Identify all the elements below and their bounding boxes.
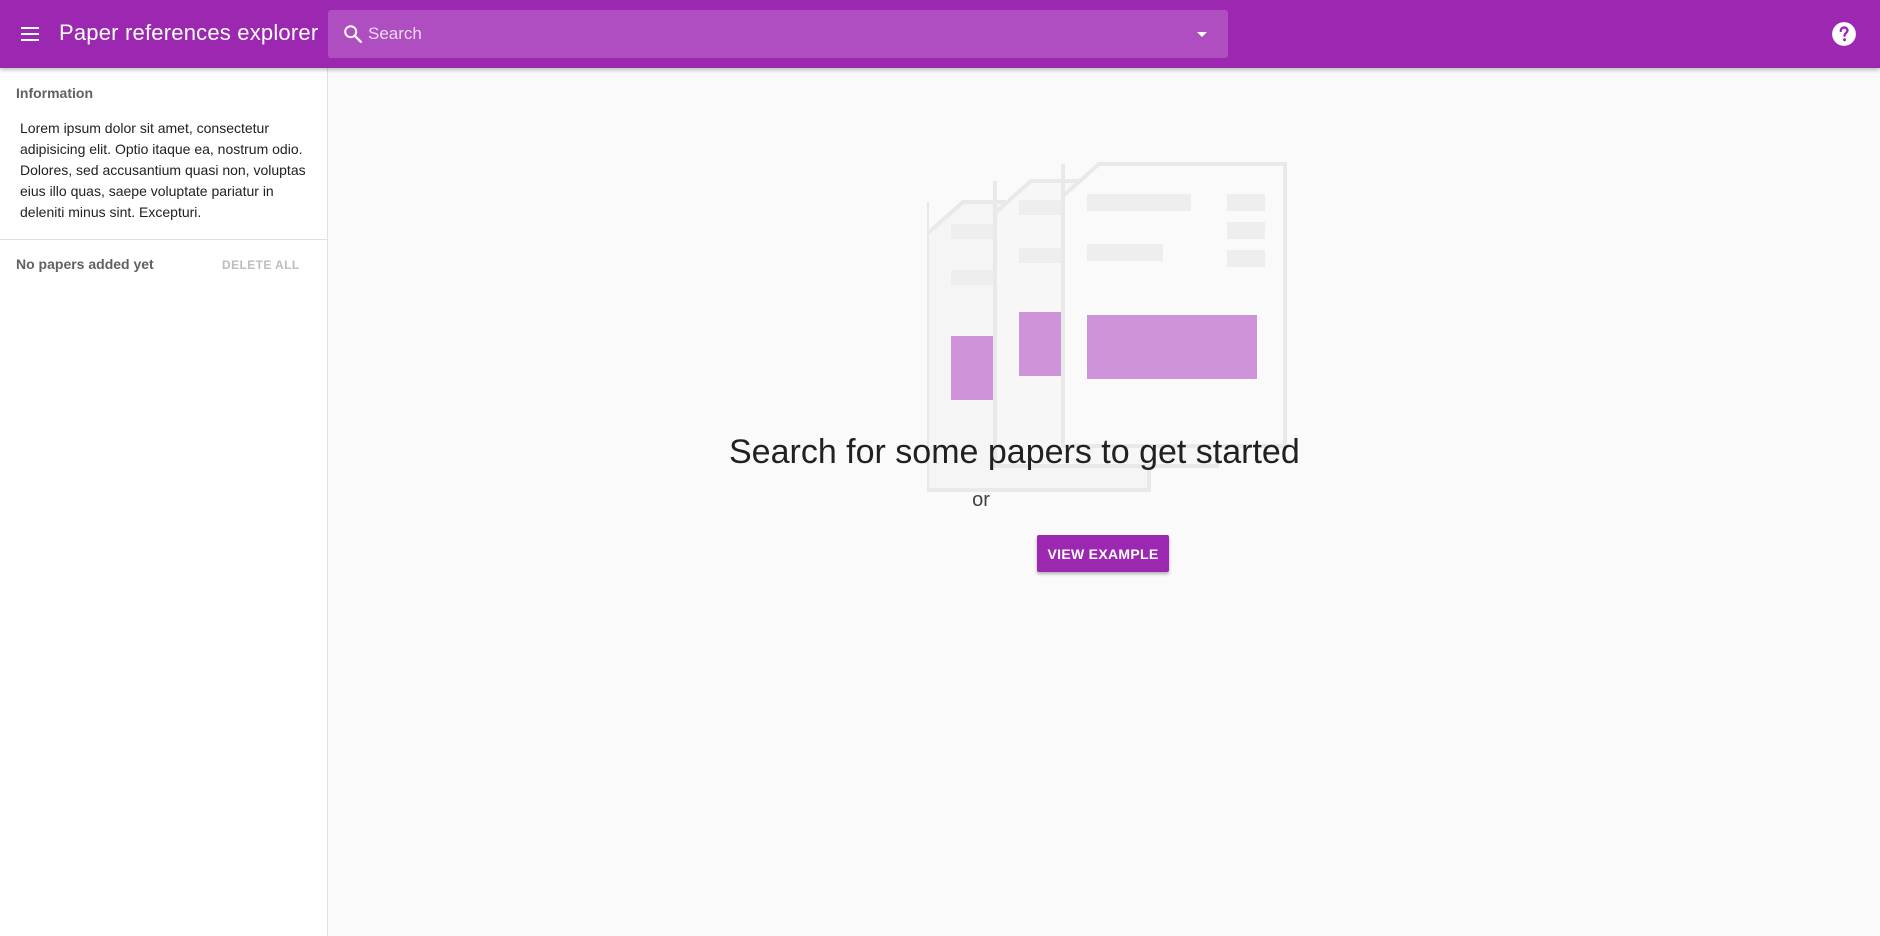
- main-content: Search for some papers to get started or…: [329, 68, 1880, 936]
- arrow-drop-down-icon[interactable]: [1190, 22, 1214, 46]
- document-illustration-front: [1061, 162, 1287, 448]
- menu-icon: [21, 27, 39, 41]
- app-bar: Paper references explorer: [0, 0, 1880, 68]
- or-separator: or: [972, 489, 990, 511]
- app-title: Paper references explorer: [59, 20, 319, 45]
- delete-all-button[interactable]: DELETE ALL: [222, 258, 300, 272]
- search-icon: [344, 25, 362, 43]
- empty-papers-label: No papers added yet: [16, 256, 154, 272]
- info-heading: Information: [16, 85, 93, 101]
- info-text: Lorem ipsum dolor sit amet, consectetur …: [20, 120, 306, 220]
- help-icon[interactable]: [1831, 21, 1857, 47]
- empty-state-headline: Search for some papers to get started: [729, 433, 1300, 471]
- view-example-button[interactable]: VIEW EXAMPLE: [1037, 535, 1169, 572]
- sidebar-divider: [0, 239, 328, 240]
- menu-button[interactable]: [14, 20, 46, 48]
- sidebar: Information Lorem ipsum dolor sit amet, …: [0, 68, 328, 936]
- search-input[interactable]: [368, 10, 1168, 58]
- search-bar: [328, 10, 1228, 58]
